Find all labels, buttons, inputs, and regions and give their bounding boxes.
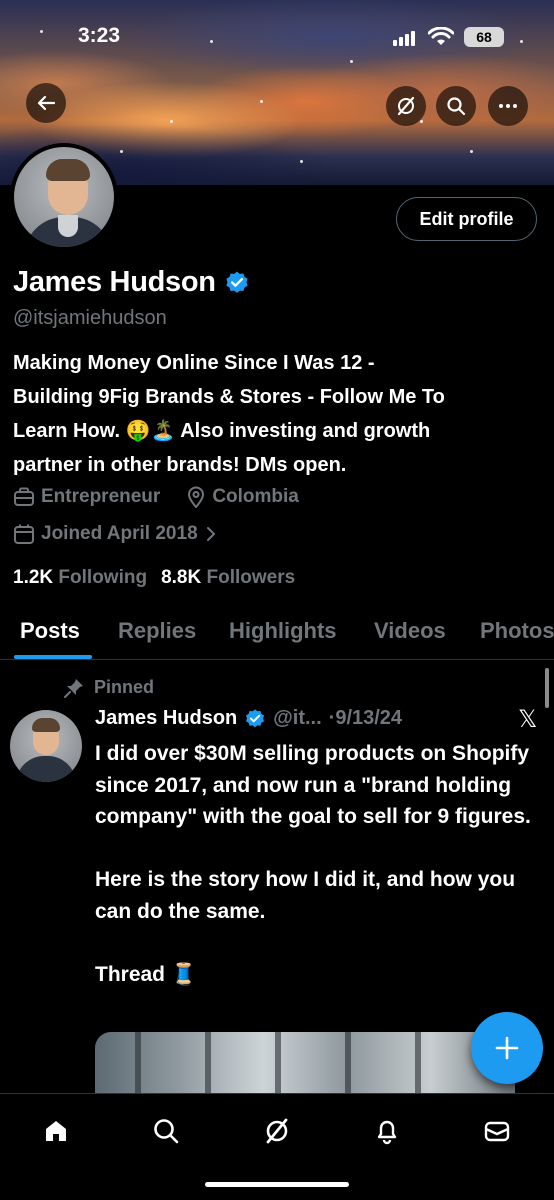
search-icon <box>154 1119 179 1144</box>
grok-icon <box>397 96 415 116</box>
chevron-right-icon <box>206 527 216 541</box>
back-button[interactable] <box>26 83 66 123</box>
post-paragraph: Here is the story how I did it, and how … <box>95 868 516 923</box>
followers-label: Followers <box>206 567 296 588</box>
plus-icon <box>495 1036 519 1060</box>
nav-messages[interactable] <box>477 1111 517 1151</box>
x-logo-icon: 𝕏 <box>518 706 538 733</box>
nav-search[interactable] <box>146 1111 186 1151</box>
profile-category: Entrepreneur <box>41 486 161 507</box>
post-header: James Hudson @it... ·9/13/24 <box>95 707 402 730</box>
post-paragraph: I did over $30M selling products on Shop… <box>95 742 531 828</box>
post-author-handle: @it... <box>273 707 322 729</box>
profile-name-row: James Hudson <box>13 266 250 299</box>
profile-bio: Making Money Online Since I Was 12 - Bui… <box>13 346 543 482</box>
nav-home[interactable] <box>36 1111 76 1151</box>
post-author-name[interactable]: James Hudson <box>95 707 237 730</box>
signal-icon <box>393 31 415 46</box>
status-bar: 3:23 68 <box>0 22 554 52</box>
following-label: Following <box>58 567 148 588</box>
post-date: ·9/13/24 <box>328 707 403 729</box>
briefcase-icon <box>14 487 34 506</box>
scrollbar[interactable] <box>545 668 549 708</box>
bio-line: partner in other brands! DMs open. <box>13 454 347 476</box>
pin-icon <box>64 678 83 698</box>
post-paragraph: Thread 🧵 <box>95 962 197 986</box>
notifications-icon <box>377 1120 397 1145</box>
followers-link[interactable]: 8.8K Followers <box>161 567 295 589</box>
post-author-avatar[interactable] <box>10 710 82 782</box>
pinned-indicator: Pinned <box>64 677 154 698</box>
edit-profile-button[interactable]: Edit profile <box>396 197 537 241</box>
more-button[interactable] <box>488 86 528 126</box>
back-arrow-icon <box>37 95 56 111</box>
profile-meta: Entrepreneur Colombia <box>13 486 299 508</box>
nav-grok[interactable] <box>257 1111 297 1151</box>
bio-line: Learn How. 🤑🏝️ Also investing and growth <box>13 420 431 442</box>
post-body[interactable]: I did over $30M selling products on Shop… <box>95 738 535 1022</box>
pinned-label: Pinned <box>94 677 155 697</box>
grok-button[interactable] <box>386 86 426 126</box>
search-button[interactable] <box>436 86 476 126</box>
follow-stats: 1.2K Following 8.8K Followers <box>13 567 295 589</box>
profile-handle: @itsjamiehudson <box>13 307 167 329</box>
profile-location: Colombia <box>212 486 299 507</box>
tab-posts[interactable]: Posts <box>20 618 80 644</box>
tab-highlights[interactable]: Highlights <box>229 618 337 644</box>
joined-date: Joined April 2018 <box>41 523 198 544</box>
profile-joined[interactable]: Joined April 2018 <box>13 523 218 545</box>
verified-badge-icon <box>246 708 265 727</box>
messages-icon <box>484 1121 510 1142</box>
battery-indicator: 68 <box>464 27 504 47</box>
profile-name: James Hudson <box>13 266 216 298</box>
search-icon <box>447 97 466 116</box>
grok-icon <box>266 1118 288 1144</box>
more-icon <box>499 104 517 108</box>
calendar-icon <box>14 524 34 544</box>
following-link[interactable]: 1.2K Following <box>13 567 147 589</box>
location-pin-icon <box>188 486 205 508</box>
profile-avatar[interactable] <box>10 143 118 251</box>
profile-tabs: Posts Replies Highlights Videos Photos <box>0 608 554 660</box>
tab-replies[interactable]: Replies <box>118 618 196 644</box>
compose-post-button[interactable] <box>471 1012 543 1084</box>
following-count: 1.2K <box>13 567 54 588</box>
tab-videos[interactable]: Videos <box>374 618 446 644</box>
bio-line: Building 9Fig Brands & Stores - Follow M… <box>13 386 445 408</box>
verified-badge-icon[interactable] <box>224 270 250 296</box>
bio-line: Making Money Online Since I Was 12 - <box>13 352 375 374</box>
status-time: 3:23 <box>78 24 121 47</box>
home-indicator[interactable] <box>205 1182 349 1187</box>
nav-notifications[interactable] <box>367 1111 407 1151</box>
followers-count: 8.8K <box>161 567 202 588</box>
wifi-icon <box>428 27 454 45</box>
home-icon <box>46 1121 66 1141</box>
tab-photos[interactable]: Photos <box>480 618 554 644</box>
active-tab-indicator <box>14 655 92 659</box>
post-media-image[interactable] <box>95 1032 515 1102</box>
